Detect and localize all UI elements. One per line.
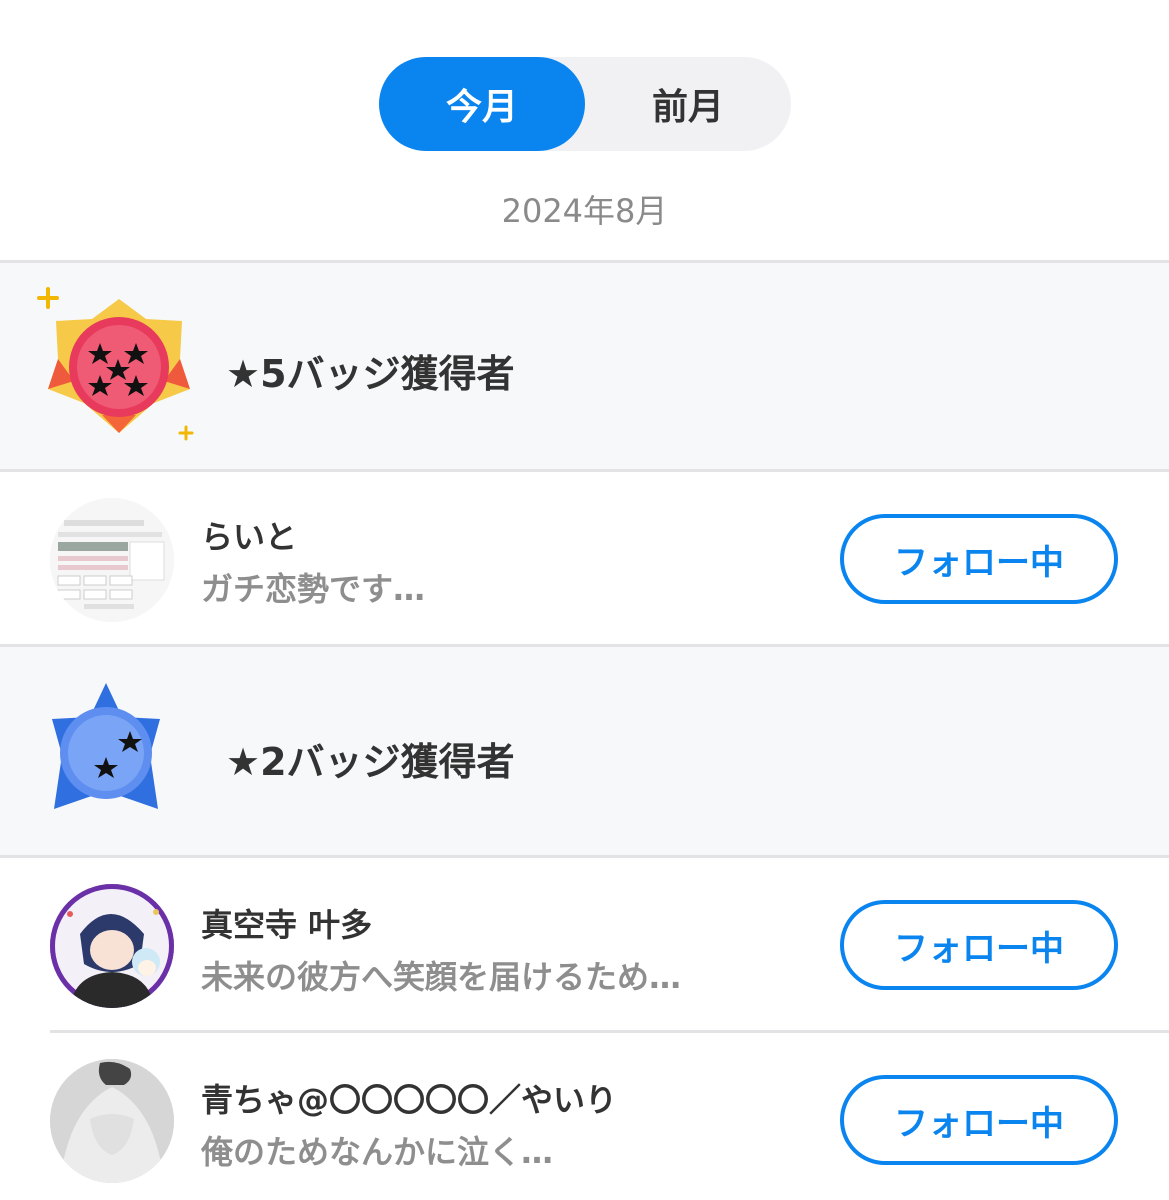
avatar [50,498,174,622]
tab-this-month[interactable]: 今月 [379,57,585,151]
five-star-badge-icon [37,287,194,441]
section-header-5star: ★5バッジ獲得者 [0,260,1169,472]
following-button[interactable]: フォロー中 [840,514,1118,604]
user-bio: 俺のためなんかに泣く… [201,1133,554,1171]
user-bio: ガチ恋勢です… [201,570,426,608]
list-item[interactable]: 真空寺 叶多 未来の彼方へ笑顔を届けるため… フォロー中 [0,858,1169,1030]
user-name[interactable]: 青ちゃ@〇〇〇〇〇／やいり [201,1075,617,1121]
section-title-2star: ★2バッジ獲得者 [226,740,515,784]
tab-last-month[interactable]: 前月 [585,57,791,151]
user-bio: 未来の彼方へ笑顔を届けるため… [201,958,682,996]
avatar [50,1059,174,1183]
list-item[interactable]: らいと ガチ恋勢です… フォロー中 [0,472,1169,644]
avatar [50,884,174,1008]
following-button[interactable]: フォロー中 [840,1075,1118,1165]
section-title-5star: ★5バッジ獲得者 [226,352,515,396]
list-item[interactable]: 青ちゃ@〇〇〇〇〇／やいり 俺のためなんかに泣く… フォロー中 [0,1033,1169,1200]
user-name[interactable]: 真空寺 叶多 [201,900,372,946]
period-label: 2024年8月 [501,192,668,230]
user-name[interactable]: らいと [201,512,297,558]
following-button[interactable]: フォロー中 [840,900,1118,990]
section-header-2star: ★2バッジ獲得者 [0,644,1169,858]
two-star-badge-icon [52,683,160,809]
month-tabs: 今月 前月 [379,57,791,151]
